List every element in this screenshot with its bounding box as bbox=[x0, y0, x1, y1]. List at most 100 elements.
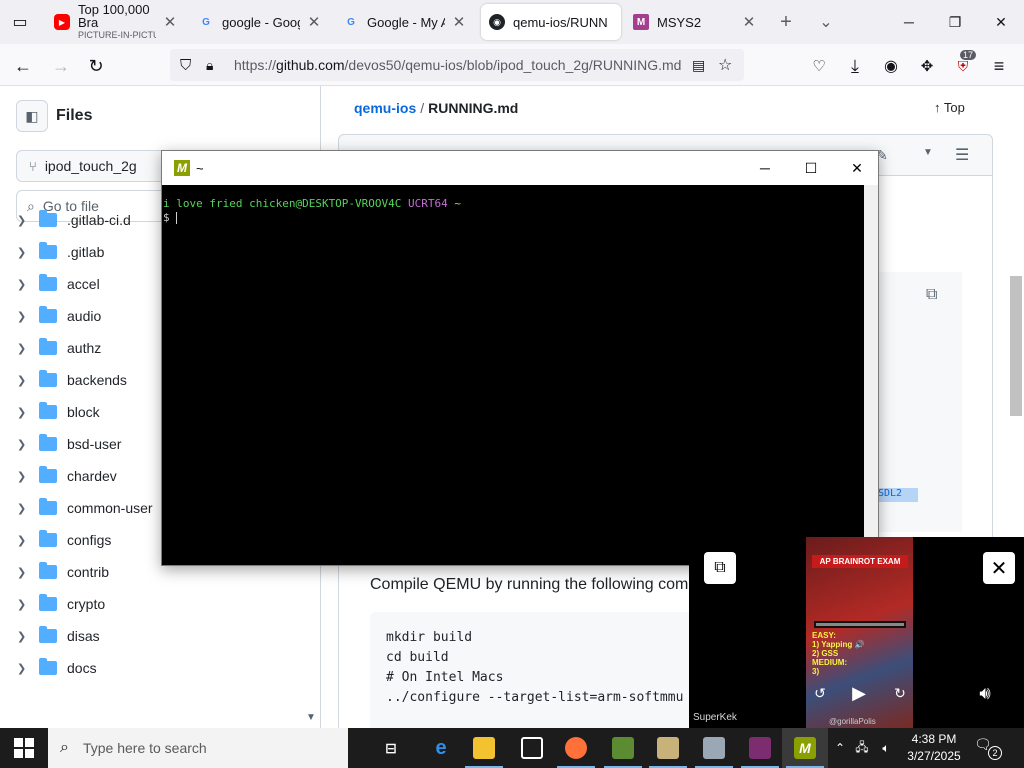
input-line[interactable]: $ bbox=[163, 211, 864, 225]
chevron-right-icon[interactable]: ❯ bbox=[17, 438, 33, 451]
branch-name: ipod_touch_2g bbox=[44, 158, 137, 174]
firefox-app[interactable] bbox=[553, 728, 599, 768]
menu-icon[interactable]: ≡ bbox=[986, 53, 1012, 79]
new-tab-button[interactable]: + bbox=[774, 10, 798, 34]
chevron-right-icon[interactable]: ❯ bbox=[17, 406, 33, 419]
back-arrow-icon[interactable]: ← bbox=[10, 53, 36, 79]
downloads-icon[interactable]: ⤓ bbox=[842, 53, 868, 79]
restore-icon[interactable]: ❐ bbox=[932, 6, 978, 38]
terminal-maximize-icon[interactable]: ☐ bbox=[788, 153, 834, 183]
tab-close-icon[interactable]: ✕ bbox=[451, 13, 467, 31]
chevron-right-icon[interactable]: ❯ bbox=[17, 598, 33, 611]
cube-app[interactable] bbox=[645, 728, 691, 768]
archive-books-icon bbox=[749, 737, 771, 759]
task-view-button[interactable]: ⊟ bbox=[368, 728, 414, 768]
account-icon[interactable]: ◉ bbox=[878, 53, 904, 79]
chevron-right-icon[interactable]: ❯ bbox=[17, 566, 33, 579]
chevron-right-icon[interactable]: ❯ bbox=[17, 374, 33, 387]
tab-title: Google - My Ac bbox=[367, 14, 445, 30]
url-text[interactable]: https://github.com/devos50/qemu-ios/blob… bbox=[234, 57, 681, 73]
tab-close-icon[interactable]: ✕ bbox=[741, 13, 757, 31]
top-button[interactable]: ↑ Top bbox=[934, 100, 965, 115]
picture-in-picture-player[interactable]: AP BRAINROT EXAM EASY: 1) Yapping 🔊 2) G… bbox=[689, 537, 1024, 728]
chevron-right-icon[interactable]: ❯ bbox=[17, 470, 33, 483]
network-icon[interactable]: 🖧︎ bbox=[852, 728, 872, 768]
edge-app[interactable]: e bbox=[418, 728, 464, 768]
scroll-down-arrow-icon[interactable]: ▼ bbox=[306, 712, 316, 723]
firefox-view-icon[interactable]: ▭ bbox=[8, 10, 32, 34]
file-explorer-app[interactable] bbox=[461, 728, 507, 768]
firefox-icon bbox=[565, 737, 587, 759]
forward-arrow-icon[interactable]: → bbox=[48, 53, 74, 79]
play-icon[interactable]: ▶ bbox=[843, 677, 875, 709]
msys2-app[interactable]: M bbox=[782, 728, 828, 768]
taskbar-search-box[interactable]: ⌕ Type here to search bbox=[48, 728, 348, 768]
chevron-right-icon[interactable]: ❯ bbox=[17, 534, 33, 547]
copy-icon[interactable]: ⧉ bbox=[926, 286, 937, 304]
github-icon: ◉ bbox=[489, 14, 505, 30]
chevron-right-icon[interactable]: ❯ bbox=[17, 630, 33, 643]
volume-muted-icon[interactable]: 🔈︎ bbox=[876, 728, 896, 768]
tracking-shield-icon[interactable]: ⛉ bbox=[180, 57, 191, 74]
chevron-right-icon[interactable]: ❯ bbox=[17, 278, 33, 291]
url-bar[interactable]: ⛉ 🔒︎ https://github.com/devos50/qemu-ios… bbox=[170, 49, 744, 81]
tree-item-label: bsd-user bbox=[67, 436, 122, 452]
terminal-close-icon[interactable]: ✕ bbox=[834, 153, 880, 183]
close-window-icon[interactable]: ✕ bbox=[978, 6, 1024, 38]
extensions-icon[interactable]: ✥ bbox=[914, 53, 940, 79]
url-scheme: https:// bbox=[234, 57, 277, 73]
chevron-right-icon[interactable]: ❯ bbox=[17, 310, 33, 323]
breadcrumb: qemu-ios / RUNNING.md bbox=[354, 100, 518, 116]
chevron-right-icon[interactable]: ❯ bbox=[17, 342, 33, 355]
tree-item[interactable]: ❯ crypto bbox=[0, 588, 320, 620]
minimize-icon[interactable]: ─ bbox=[886, 6, 932, 38]
page-scrollbar[interactable] bbox=[1010, 276, 1022, 416]
msys2-icon: M bbox=[633, 14, 649, 30]
seek-back-icon[interactable]: ↺ bbox=[804, 677, 836, 709]
winrar-app[interactable] bbox=[737, 728, 783, 768]
terminal-output[interactable]: i love fried chicken@DESKTOP-VROOV4C UCR… bbox=[162, 185, 864, 565]
terminal-scrollbar[interactable] bbox=[864, 185, 878, 565]
show-hidden-icons-chevron-icon[interactable]: ⌃ bbox=[832, 728, 848, 768]
chevron-right-icon[interactable]: ❯ bbox=[17, 502, 33, 515]
reader-view-icon[interactable]: ▤ bbox=[692, 57, 705, 74]
folder-icon bbox=[39, 274, 57, 291]
pip-close-icon[interactable]: ✕ bbox=[983, 552, 1015, 584]
list-all-tabs-button[interactable]: ⌄ bbox=[814, 10, 838, 34]
tab-close-icon[interactable]: ✕ bbox=[306, 13, 322, 31]
tab-close-icon[interactable]: ✕ bbox=[162, 13, 178, 31]
utility-app[interactable] bbox=[691, 728, 737, 768]
tree-item-label: backends bbox=[67, 372, 127, 388]
tab-google-search[interactable]: G google - Google ✕ bbox=[190, 4, 330, 40]
lock-icon[interactable]: 🔒︎ bbox=[206, 57, 213, 74]
tab-msys2[interactable]: M MSYS2 ✕ bbox=[625, 4, 765, 40]
chevron-right-icon[interactable]: ❯ bbox=[17, 662, 33, 675]
seek-forward-icon[interactable]: ↻ bbox=[884, 677, 916, 709]
start-button[interactable] bbox=[0, 728, 48, 768]
pocket-icon[interactable]: ♡ bbox=[806, 53, 832, 79]
volume-icon[interactable]: 🔊︎ bbox=[969, 677, 1001, 709]
tree-item[interactable]: ❯ disas bbox=[0, 620, 320, 652]
chevron-down-icon[interactable]: ▼ bbox=[923, 147, 933, 158]
store-app[interactable] bbox=[509, 728, 555, 768]
tab-youtube[interactable]: ▶ Top 100,000 Bra PICTURE-IN-PICTURE ✕ bbox=[46, 3, 186, 40]
tree-item[interactable]: ❯ docs bbox=[0, 652, 320, 684]
clock-date: 3/27/2025 bbox=[907, 749, 961, 763]
tab-github-running[interactable]: ◉ qemu-ios/RUNN bbox=[481, 4, 621, 40]
reload-icon[interactable]: ↻ bbox=[83, 53, 109, 79]
breadcrumb-repo-link[interactable]: qemu-ios bbox=[354, 100, 416, 116]
terminal-minimize-icon[interactable]: ─ bbox=[742, 153, 788, 183]
windows-taskbar: ⌕ Type here to search ⊟ e M ⌃ 🖧︎ 🔈︎ 4:38… bbox=[0, 728, 1024, 768]
folder-icon bbox=[39, 402, 57, 419]
taskbar-clock[interactable]: 4:38 PM 3/27/2025 bbox=[898, 731, 970, 765]
tab-google-account[interactable]: G Google - My Ac ✕ bbox=[335, 4, 475, 40]
outline-list-icon[interactable]: ☰ bbox=[955, 145, 969, 165]
sidebar-collapse-icon[interactable]: ◧ bbox=[16, 100, 48, 132]
terminal-title-bar[interactable]: M ~ ─ ☐ ✕ bbox=[162, 151, 878, 185]
pip-back-to-tab-icon[interactable]: ⧉ bbox=[704, 552, 736, 584]
chevron-right-icon[interactable]: ❯ bbox=[17, 246, 33, 259]
minecraft-app[interactable] bbox=[600, 728, 646, 768]
chevron-right-icon[interactable]: ❯ bbox=[17, 214, 33, 227]
bookmark-star-icon[interactable]: ☆ bbox=[718, 55, 732, 75]
video-caption-line: 3) bbox=[812, 667, 820, 676]
